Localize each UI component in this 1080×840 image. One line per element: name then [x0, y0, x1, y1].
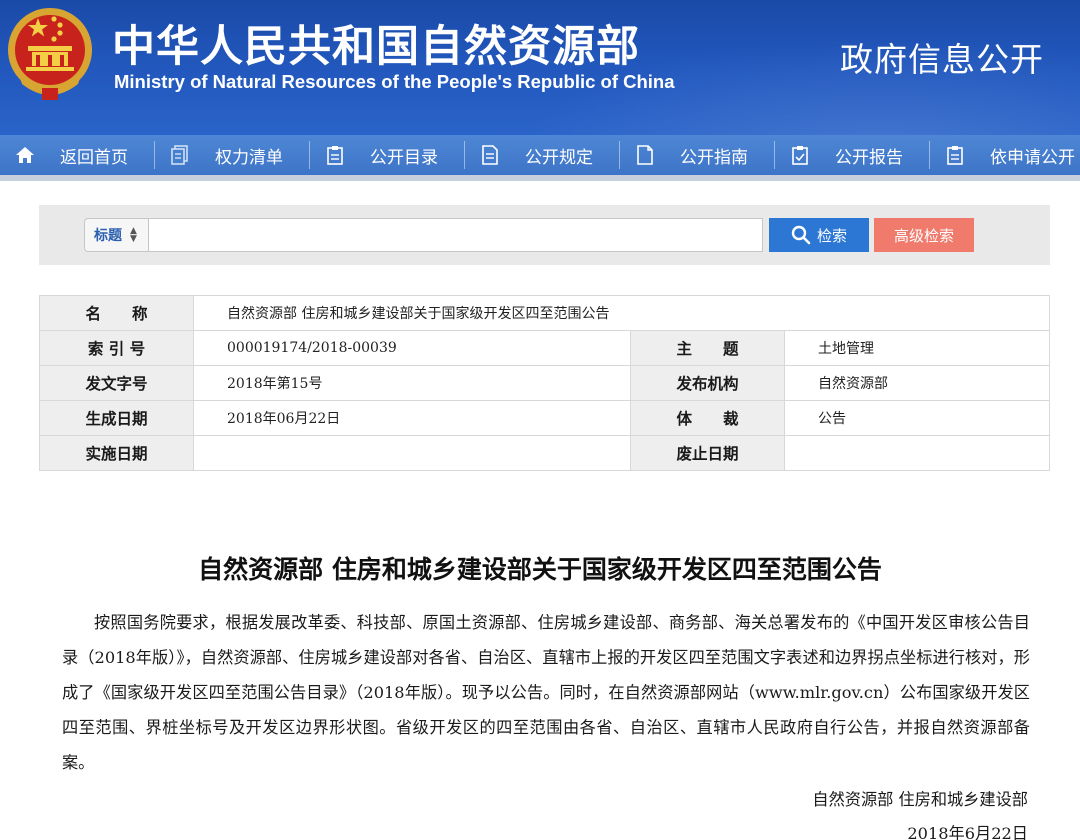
meta-label-docno: 发文字号: [39, 365, 194, 401]
nav-item-label: 公开目录: [370, 147, 438, 168]
portal-name: 政府信息公开: [840, 40, 1044, 79]
nav-bottom-border: [0, 175, 1080, 181]
meta-value-genre: 公告: [784, 400, 1050, 436]
meta-value-topic: 土地管理: [784, 330, 1050, 366]
table-row: 名 称 自然资源部 住房和城乡建设部关于国家级开发区四至范围公告: [39, 295, 1050, 331]
nav-item-home[interactable]: 返回首页: [0, 135, 155, 175]
advanced-search-label: 高级检索: [893, 226, 954, 245]
meta-value-effective: [193, 435, 631, 471]
list-doc-icon: [169, 144, 191, 166]
article-paragraph: 按照国务院要求，根据发展改革委、科技部、原国土资源部、住房城乡建设部、商务部、海…: [62, 613, 1030, 772]
site-header: 中华人民共和国自然资源部 Ministry of Natural Resourc…: [0, 0, 1080, 135]
home-icon: [14, 144, 36, 166]
report-icon: [789, 144, 811, 166]
nav-item-guide[interactable]: 公开指南: [620, 135, 775, 175]
nav-item-report[interactable]: 公开报告: [775, 135, 930, 175]
article-title: 自然资源部 住房和城乡建设部关于国家级开发区四至范围公告: [198, 555, 882, 584]
site-title-en: Ministry of Natural Resources of the Peo…: [114, 71, 675, 92]
meta-label-genre: 体 裁: [630, 400, 785, 436]
meta-value-expiry: [784, 435, 1050, 471]
nav-item-catalog[interactable]: 公开目录: [310, 135, 465, 175]
search-button-label: 检索: [816, 226, 847, 245]
nav-item-label: 公开指南: [680, 147, 748, 168]
meta-value-created: 2018年06月22日: [193, 400, 631, 436]
meta-label-index: 索 引 号: [39, 330, 194, 366]
nav-item-label: 依申请公开: [990, 147, 1075, 168]
apply-icon: [944, 144, 966, 166]
search-input[interactable]: [148, 218, 763, 252]
article-date: 2018年6月22日: [907, 824, 1028, 840]
document-icon: [479, 144, 501, 166]
table-row: 索 引 号 000019174/2018-00039 主 题 土地管理: [39, 330, 1050, 366]
search-icon: [791, 225, 811, 245]
nav-item-apply[interactable]: 依申请公开: [930, 135, 1080, 175]
meta-value-name: 自然资源部 住房和城乡建设部关于国家级开发区四至范围公告: [193, 295, 1050, 331]
search-button[interactable]: 检索: [769, 218, 869, 252]
document-meta-table: 名 称 自然资源部 住房和城乡建设部关于国家级开发区四至范围公告 索 引 号 0…: [39, 295, 1050, 471]
nav-item-label: 公开报告: [835, 147, 903, 168]
guide-icon: [634, 144, 656, 166]
article-body: 按照国务院要求，根据发展改革委、科技部、原国土资源部、住房城乡建设部、商务部、海…: [62, 605, 1030, 780]
article-signer: 自然资源部 住房和城乡建设部: [812, 790, 1028, 809]
meta-label-created: 生成日期: [39, 400, 194, 436]
meta-value-issuer: 自然资源部: [784, 365, 1050, 401]
select-arrows-icon: ▲ ▼: [130, 226, 137, 244]
meta-label-issuer: 发布机构: [630, 365, 785, 401]
meta-label-topic: 主 题: [630, 330, 785, 366]
table-row: 发文字号 2018年第15号 发布机构 自然资源部: [39, 365, 1050, 401]
meta-value-index: 000019174/2018-00039: [193, 330, 631, 366]
table-row: 实施日期 废止日期: [39, 435, 1050, 471]
catalog-icon: [324, 144, 346, 166]
search-panel: 标题 ▲ ▼ 检索 高级检索: [39, 205, 1050, 265]
site-title-cn: 中华人民共和国自然资源部: [112, 22, 640, 72]
table-row: 生成日期 2018年06月22日 体 裁 公告: [39, 400, 1050, 436]
search-field-select[interactable]: 标题 ▲ ▼: [84, 218, 148, 252]
nav-item-power-list[interactable]: 权力清单: [155, 135, 310, 175]
nav-item-label: 权力清单: [215, 147, 283, 168]
main-nav: 返回首页 权力清单 公开目录 公开规定 公开指南 公开报告 依申请公开: [0, 135, 1080, 175]
meta-label-name: 名 称: [39, 295, 194, 331]
nav-item-label: 返回首页: [60, 147, 128, 168]
national-emblem-icon[interactable]: [4, 2, 96, 106]
meta-label-expiry: 废止日期: [630, 435, 785, 471]
advanced-search-button[interactable]: 高级检索: [874, 218, 974, 252]
meta-label-effective: 实施日期: [39, 435, 194, 471]
nav-item-regulations[interactable]: 公开规定: [465, 135, 620, 175]
meta-value-docno: 2018年第15号: [193, 365, 631, 401]
nav-item-label: 公开规定: [525, 147, 593, 168]
search-field-selected: 标题: [94, 228, 122, 244]
